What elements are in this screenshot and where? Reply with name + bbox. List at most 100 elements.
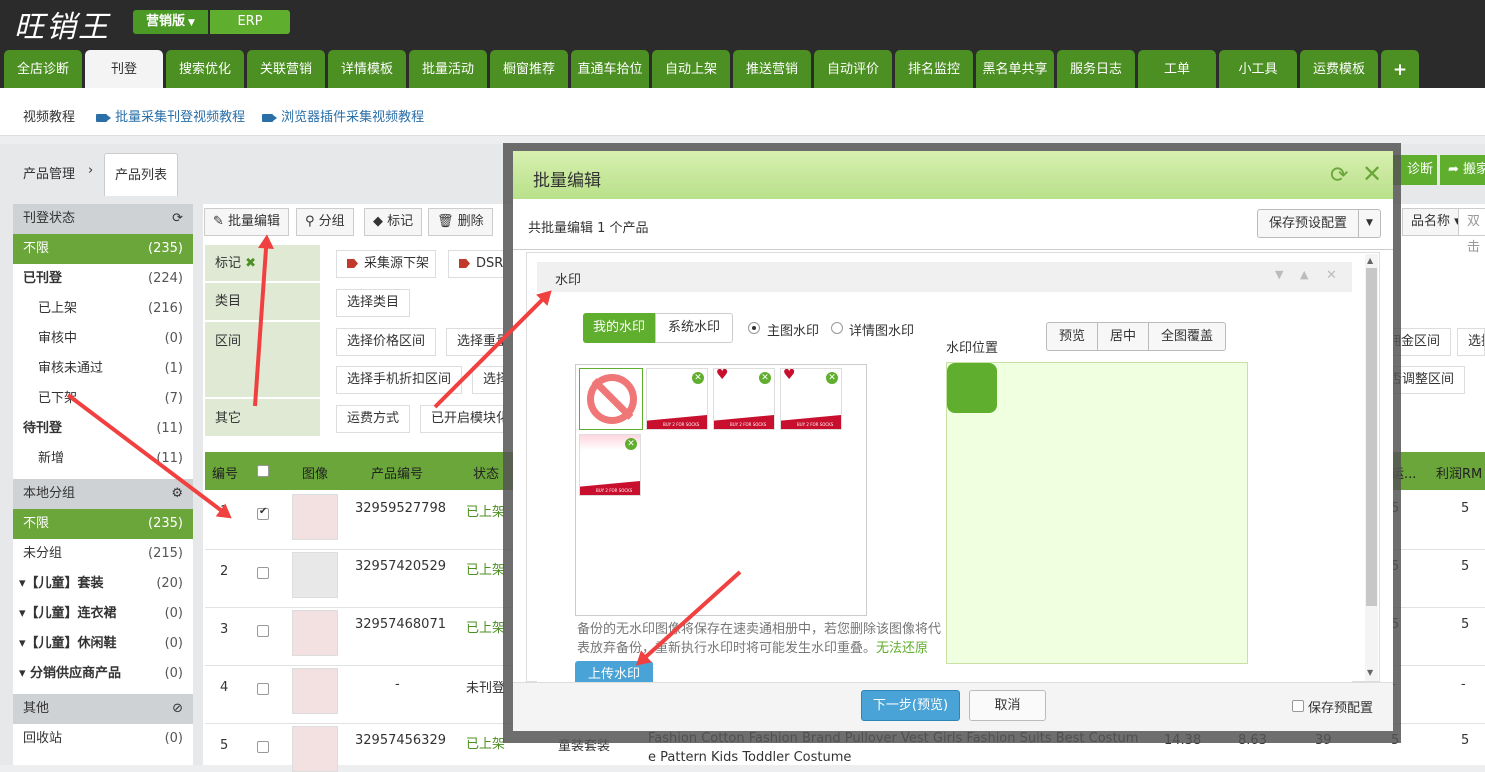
row-checkbox[interactable] — [257, 506, 269, 520]
chevron-down-icon[interactable]: ▼ — [1358, 209, 1381, 238]
product-code[interactable]: 32957468071 — [355, 617, 446, 632]
nav-tab[interactable]: 详情模板 — [328, 50, 406, 88]
nav-tab[interactable]: 搜索优化 — [166, 50, 244, 88]
breadcrumb-current-tab[interactable]: 产品列表 — [104, 153, 178, 196]
category-select-button[interactable]: 选择类目 — [336, 289, 411, 317]
ban-icon[interactable]: ⊘ — [172, 694, 183, 724]
refresh-icon[interactable]: ⟳ — [172, 204, 183, 234]
sidebar-item[interactable]: 已刊登 (224) — [13, 264, 193, 294]
close-icon[interactable]: ✕ — [692, 372, 704, 384]
batch-edit-button[interactable]: ✎ 批量编辑 — [204, 208, 290, 236]
app-logo[interactable]: 旺销王 — [14, 2, 110, 46]
delete-button[interactable]: 🗑 删除 — [428, 208, 493, 236]
nav-tab[interactable]: 运费模板 — [1300, 50, 1378, 88]
nav-tab[interactable]: 批量活动 — [409, 50, 487, 88]
shipping-method-button[interactable]: 运费方式 — [336, 405, 411, 433]
row-checkbox[interactable] — [257, 567, 269, 579]
full-cover-button[interactable]: 全图覆盖 — [1148, 322, 1226, 351]
video-link-plugin[interactable]: 浏览器插件采集视频教程 — [262, 106, 424, 125]
radio-main-image[interactable] — [748, 322, 760, 334]
col-header-status[interactable]: 状态 — [473, 463, 499, 482]
move-button[interactable]: ➦ 搬家 — [1440, 155, 1485, 185]
tab-my-watermark[interactable]: 我的水印 — [583, 313, 655, 343]
watermark-thumbnail[interactable]: ♥ ✕ BUY 2 FOR SOCKS — [780, 368, 842, 430]
nav-tab[interactable]: 服务日志 — [1057, 50, 1135, 88]
sidebar-item[interactable]: ▾【儿童】休闲鞋 (0) — [13, 629, 193, 659]
row-checkbox[interactable] — [257, 683, 269, 695]
cancel-button[interactable]: 取消 — [969, 690, 1046, 721]
nav-tab[interactable]: 工单 — [1138, 50, 1216, 88]
nav-tab[interactable]: 小工具 — [1219, 50, 1297, 88]
sidebar-item[interactable]: 回收站 (0) — [13, 724, 193, 754]
add-tab-button[interactable]: + — [1381, 50, 1419, 88]
row-checkbox[interactable] — [257, 741, 269, 753]
mark-button[interactable]: ◆ 标记 — [364, 208, 423, 236]
select-all-checkbox[interactable] — [257, 465, 269, 477]
watermark-thumbnail[interactable]: ♥ ✕ BUY 2 FOR SOCKS — [713, 368, 775, 430]
sidebar-item[interactable]: 已上架 (216) — [13, 294, 193, 324]
erp-button[interactable]: ERP — [210, 10, 290, 34]
adjust-range-button[interactable]: 否调整区间 — [1393, 366, 1465, 394]
group-button[interactable]: ⚲ 分组 — [296, 208, 354, 236]
watermark-thumbnail[interactable]: ✕ BUY 2 FOR SOCKS — [646, 368, 708, 430]
close-icon[interactable]: ✕ — [759, 372, 771, 384]
radio-detail-image-label[interactable]: 详情图水印 — [849, 320, 914, 339]
sidebar-item[interactable]: ▾【儿童】连衣裙 (0) — [13, 599, 193, 629]
nav-tab[interactable]: 推送营销 — [733, 50, 811, 88]
tab-system-watermark[interactable]: 系统水印 — [655, 313, 733, 343]
col-header-no[interactable]: 编号 — [212, 463, 238, 482]
scroll-up-arrow[interactable]: ▲ — [1367, 256, 1373, 265]
nav-tab[interactable]: 自动评价 — [814, 50, 892, 88]
product-thumbnail[interactable] — [292, 668, 338, 714]
product-thumbnail[interactable] — [292, 552, 338, 598]
nav-tab-active[interactable]: 刊登 — [85, 50, 163, 88]
watermark-thumbnail[interactable]: ✕ BUY 2 FOR SOCKS — [579, 434, 641, 496]
save-preset-button[interactable]: 保存预设配置 — [1257, 209, 1359, 238]
close-icon[interactable]: ✕ — [1362, 160, 1382, 188]
product-thumbnail[interactable] — [292, 610, 338, 656]
product-code[interactable]: 32957456329 — [355, 733, 446, 748]
nav-tab[interactable]: 直通车拾位 — [571, 50, 649, 88]
save-preset-checkbox[interactable] — [1292, 700, 1304, 712]
watermark-position-handle[interactable] — [947, 363, 997, 413]
save-preset-checkbox-label[interactable]: 保存预配置 — [1308, 697, 1373, 716]
move-up-icon[interactable]: ▲ — [1300, 268, 1308, 281]
mark-filter-button[interactable]: DSR:低 — [448, 250, 504, 278]
product-code[interactable]: 32957420529 — [355, 559, 446, 574]
product-code[interactable]: 32959527798 — [355, 501, 446, 516]
price-range-button[interactable]: 选择价格区间 — [336, 328, 437, 356]
product-thumbnail[interactable] — [292, 494, 338, 540]
sidebar-item[interactable]: 不限 (235) — [13, 234, 193, 264]
close-icon[interactable]: ✕ — [1326, 268, 1337, 283]
sales-range-button[interactable]: 选择销量区间 — [472, 366, 504, 394]
scroll-down-arrow[interactable]: ▼ — [1367, 668, 1373, 677]
col-header-code[interactable]: 产品编号 — [371, 463, 423, 482]
select-range-button[interactable]: 选择 — [1457, 328, 1485, 356]
video-link-batch[interactable]: 批量采集刊登视频教程 — [96, 106, 245, 125]
no-watermark-option[interactable] — [579, 368, 643, 430]
radio-detail-image[interactable] — [831, 322, 843, 334]
center-button[interactable]: 居中 — [1097, 322, 1149, 351]
refresh-icon[interactable]: ⟳ — [1330, 163, 1348, 188]
modular-enabled-button[interactable]: 已开启模块化 — [420, 405, 504, 433]
sidebar-item[interactable]: ▾ 分销供应商产品 (0) — [13, 659, 193, 689]
nav-tab[interactable]: 橱窗推荐 — [490, 50, 568, 88]
row-checkbox[interactable] — [257, 625, 269, 637]
close-icon[interactable]: ✕ — [625, 438, 637, 450]
sidebar-item[interactable]: 已下架 (7) — [13, 384, 193, 414]
nav-tab[interactable]: 黑名单共享 — [976, 50, 1054, 88]
col-header-profit[interactable]: 利润RM — [1436, 463, 1482, 482]
sidebar-item[interactable]: 审核中 (0) — [13, 324, 193, 354]
breadcrumb-parent[interactable]: 产品管理 — [23, 163, 75, 182]
close-icon[interactable]: ✖ — [245, 256, 256, 271]
version-dropdown[interactable]: 营销版 ▼ — [133, 10, 208, 34]
mobile-discount-range-button[interactable]: 选择手机折扣区间 — [336, 366, 463, 394]
nav-tab[interactable]: 关联营销 — [247, 50, 325, 88]
next-preview-button[interactable]: 下一步(预览) — [861, 690, 960, 721]
sidebar-item[interactable]: 未分组 (215) — [13, 539, 193, 569]
collapse-down-icon[interactable]: ▼ — [1275, 268, 1283, 281]
preview-button[interactable]: 预览 — [1046, 322, 1098, 351]
nav-tab[interactable]: 排名监控 — [895, 50, 973, 88]
nav-tab[interactable]: 全店诊断 — [4, 50, 82, 88]
scrollbar-thumb[interactable] — [1366, 268, 1377, 606]
